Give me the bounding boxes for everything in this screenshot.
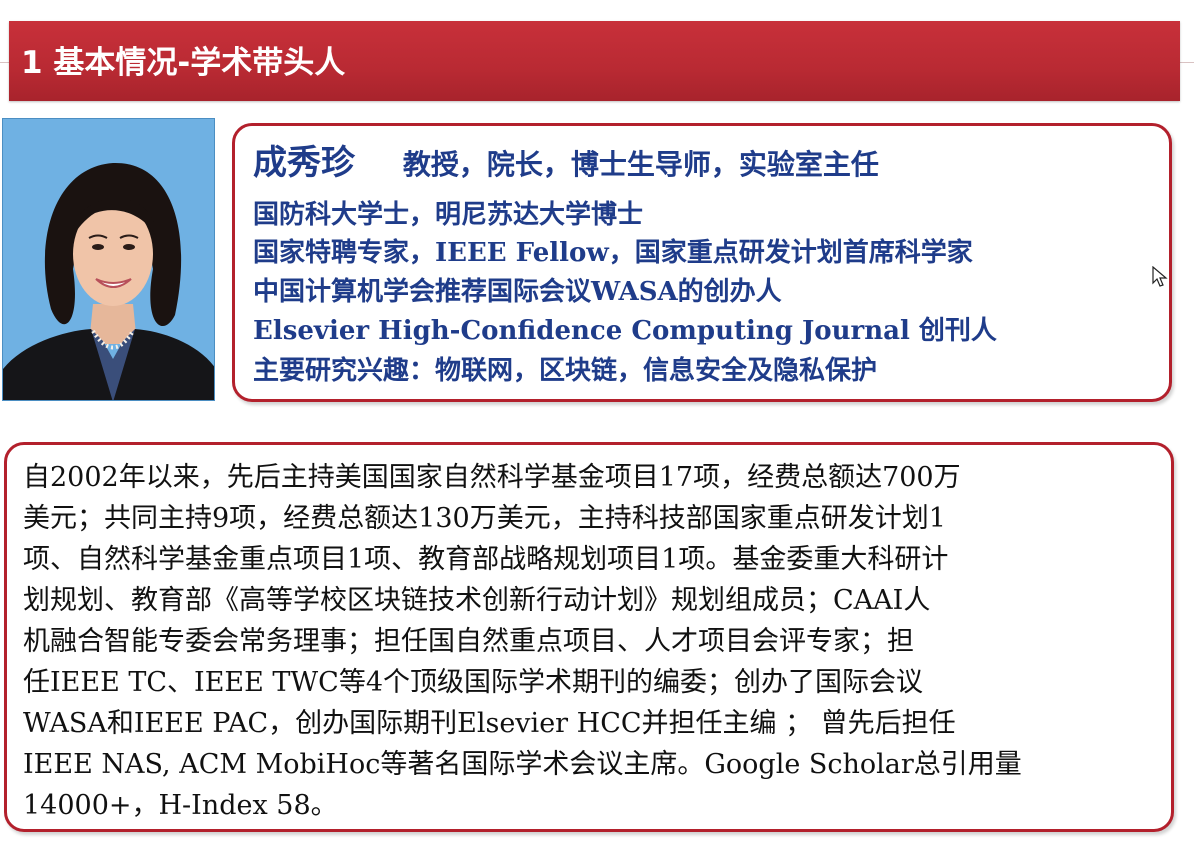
profile-summary-box: 成秀珍 教授，院长，博士生导师，实验室主任 国防科大学士，明尼苏达大学博士 国家… <box>232 123 1172 402</box>
bio-line: 自2002年以来，先后主持美国国家自然科学基金项目17项，经费总额达700万 <box>23 462 961 493</box>
biography-text: 自2002年以来，先后主持美国国家自然科学基金项目17项，经费总额达700万 美… <box>23 457 1163 826</box>
biography-box: 自2002年以来，先后主持美国国家自然科学基金项目17项，经费总额达700万 美… <box>4 442 1174 832</box>
education-line: 国防科大学士，明尼苏达大学博士 <box>253 200 644 230</box>
mouse-pointer-icon <box>1152 266 1168 287</box>
bio-line: 划规划、教育部《高等学校区块链技术创新行动计划》规划组成员；CAAI人 <box>23 585 931 616</box>
title-bar: 1 基本情况-学术带头人 <box>9 21 1180 101</box>
journal-founder-line: Elsevier High-Confidence Computing Journ… <box>253 316 997 346</box>
bio-line: IEEE NAS, ACM MobiHoc等著名国际学术会议主席。Google … <box>23 749 1022 780</box>
honors-line: 国家特聘专家，IEEE Fellow，国家重点研发计划首席科学家 <box>253 238 973 268</box>
bio-line: 任IEEE TC、IEEE TWC等4个顶级国际学术期刊的编委；创办了国际会议 <box>23 667 924 698</box>
slide-title: 1 基本情况-学术带头人 <box>21 45 346 81</box>
person-roles: 教授，院长，博士生导师，实验室主任 <box>402 148 879 181</box>
bio-line: 机融合智能专委会常务理事；担任国自然重点项目、人才项目会评专家；担 <box>23 626 914 657</box>
bio-line: 14000+，H-Index 58。 <box>23 790 338 821</box>
conference-founder-line: 中国计算机学会推荐国际会议WASA的创办人 <box>253 277 782 307</box>
bio-line: 美元；共同主持9项，经费总额达130万美元，主持科技部国家重点研发计划1 <box>23 503 946 534</box>
person-name: 成秀珍 <box>253 143 355 183</box>
portrait-photo <box>2 118 215 401</box>
bio-line: 项、自然科学基金重点项目1项、教育部战略规划项目1项。基金委重大科研计 <box>23 544 949 575</box>
bio-line: WASA和IEEE PAC，创办国际期刊Elsevier HCC并担任主编 ； … <box>23 708 956 739</box>
research-interests-line: 主要研究兴趣：物联网，区块链，信息安全及隐私保护 <box>253 356 878 386</box>
portrait-illustration <box>3 119 214 400</box>
name-and-roles-line: 成秀珍 教授，院长，博士生导师，实验室主任 <box>253 140 879 188</box>
